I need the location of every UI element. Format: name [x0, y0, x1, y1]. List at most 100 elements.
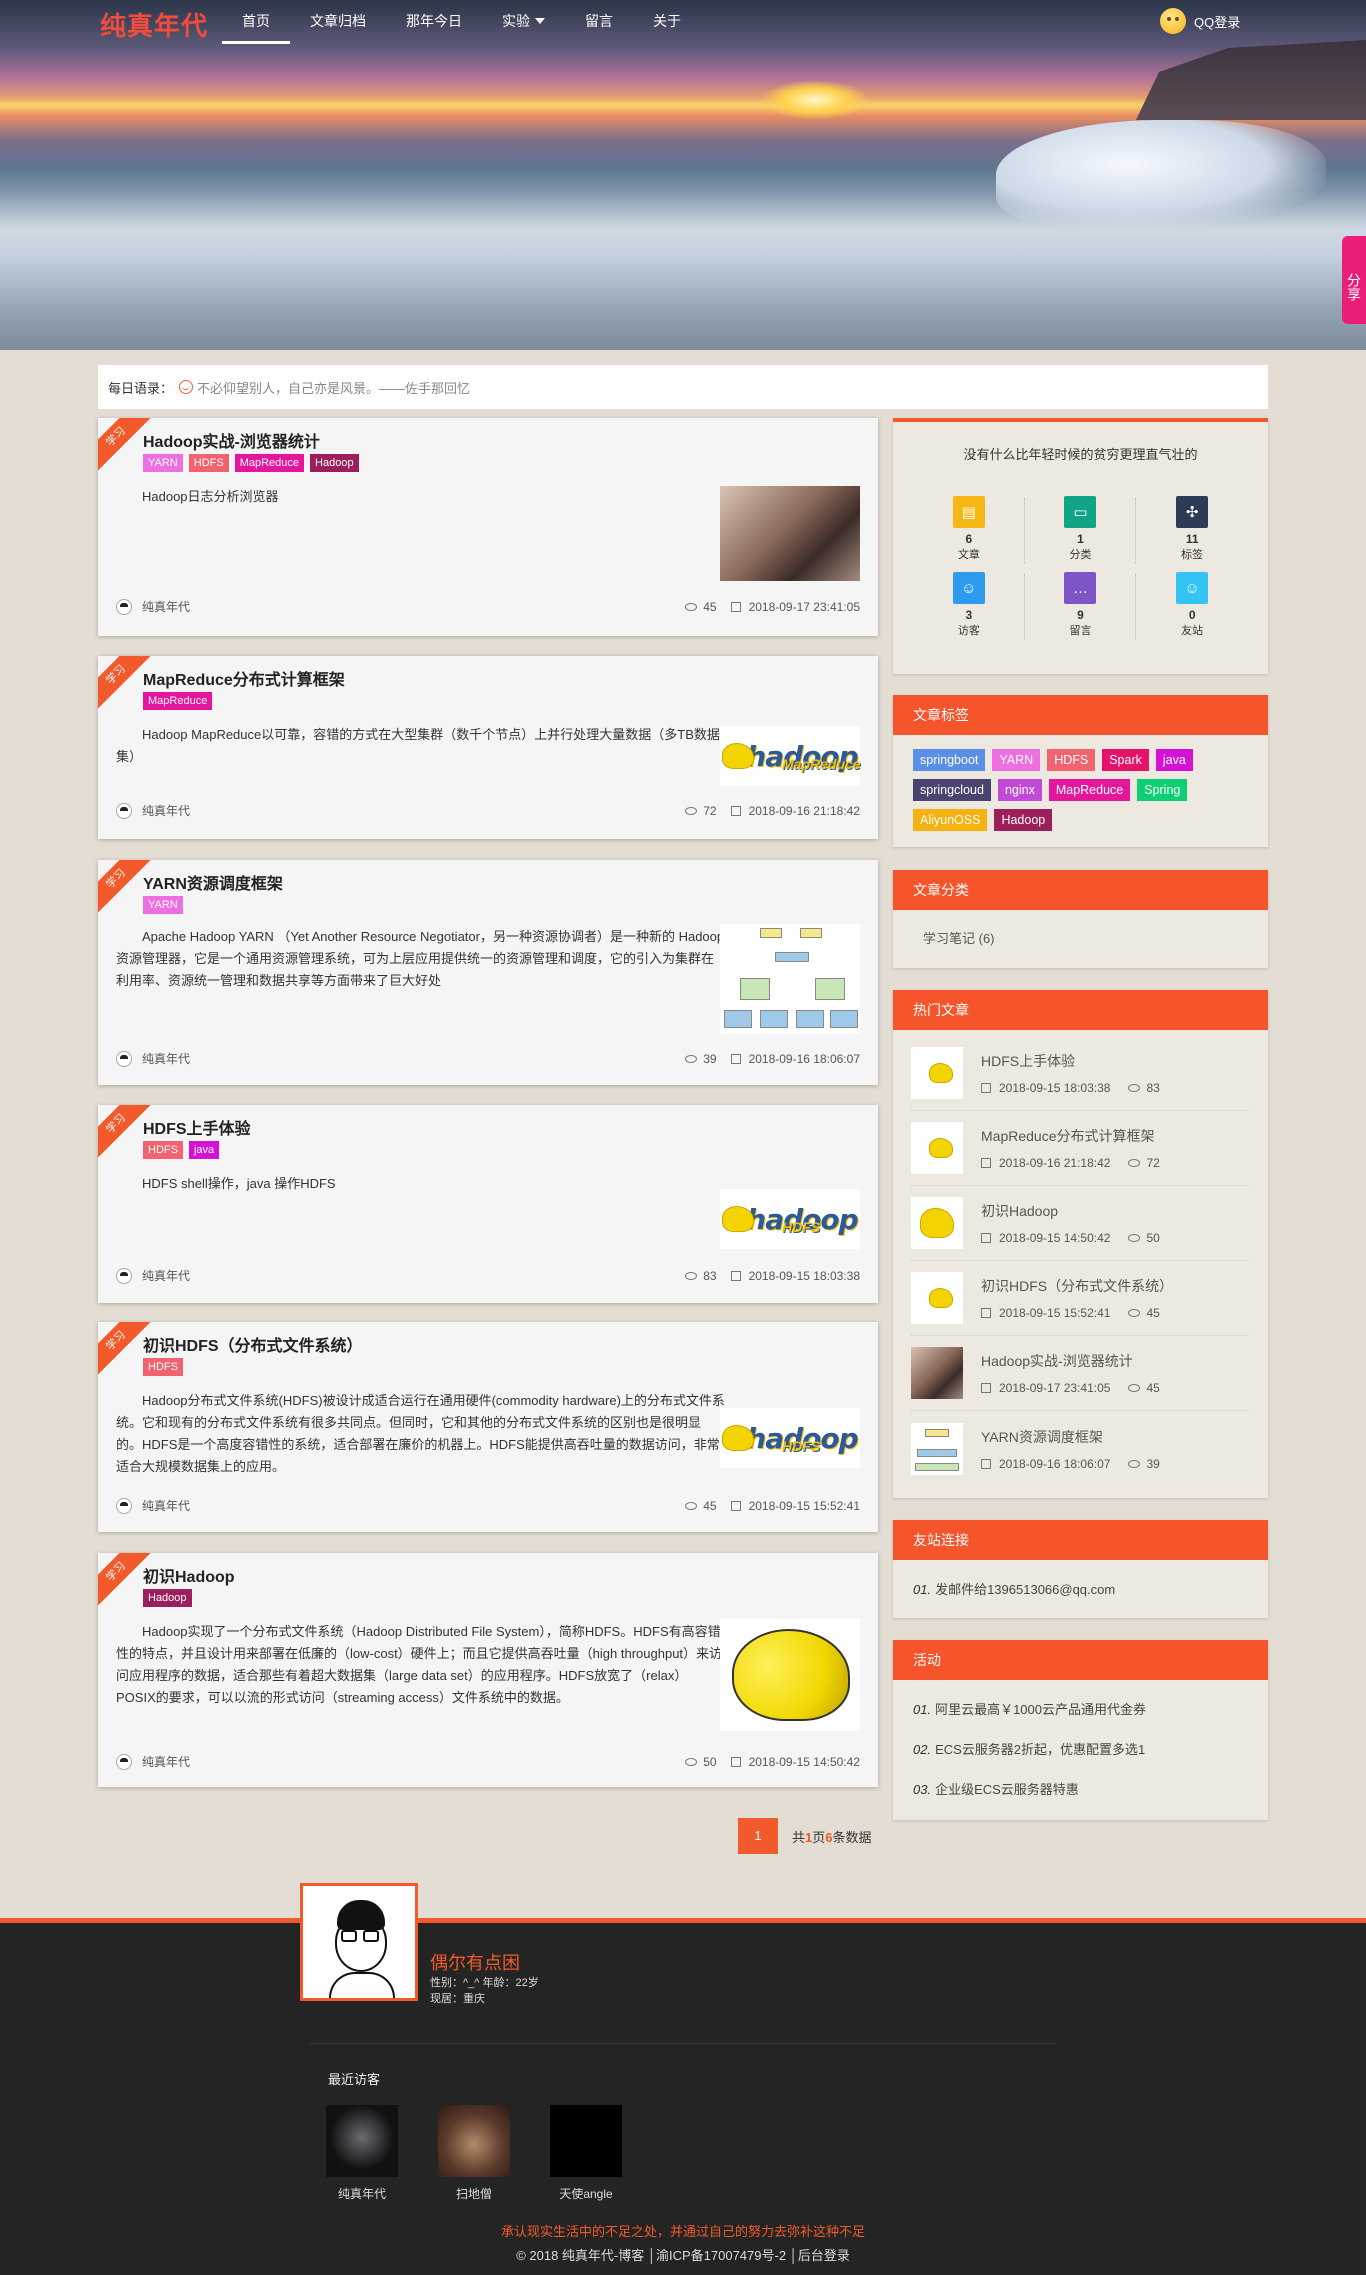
- article-card[interactable]: 学习 初识Hadoop Hadoop Hadoop实现了一个分布式文件系统（Ha…: [98, 1553, 878, 1787]
- stat-articles[interactable]: ▤ 6 文章: [913, 496, 1025, 564]
- article-excerpt: Apache Hadoop YARN （Yet Another Resource…: [116, 929, 725, 988]
- tag-spark[interactable]: Spark: [1102, 749, 1149, 771]
- hot-post[interactable]: MapReduce分布式计算框架 2018-09-16 21:18:42 72: [911, 1111, 1250, 1186]
- article-tags: YARN HDFS MapReduce Hadoop: [143, 454, 359, 472]
- article-title[interactable]: 初识Hadoop: [143, 1563, 235, 1587]
- hot-post-title[interactable]: Hadoop实战-浏览器统计: [981, 1351, 1160, 1371]
- smile-icon: ☺: [1176, 572, 1209, 604]
- tag[interactable]: HDFS: [188, 454, 229, 472]
- nav-about[interactable]: 关于: [633, 0, 701, 44]
- views-icon: [685, 1054, 698, 1063]
- author-name: 纯真年代: [142, 1052, 191, 1066]
- tag[interactable]: MapReduce: [234, 454, 305, 472]
- box-title: 友站连接: [893, 1520, 1268, 1560]
- post-date: 2018-09-16 21:18:42: [748, 803, 860, 818]
- site-logo[interactable]: 纯真年代: [100, 6, 208, 43]
- article-tags: MapReduce: [143, 692, 213, 710]
- diagram-box: [760, 928, 782, 938]
- tag[interactable]: YARN: [143, 454, 183, 472]
- tag[interactable]: java: [188, 1141, 220, 1159]
- tag-springcloud[interactable]: springcloud: [913, 779, 991, 801]
- hot-post[interactable]: YARN资源调度框架 2018-09-16 18:06:07 39: [911, 1411, 1250, 1486]
- tag[interactable]: Hadoop: [310, 454, 359, 472]
- article-card[interactable]: 学习 初识HDFS（分布式文件系统） HDFS Hadoop分布式文件系统(HD…: [98, 1322, 878, 1532]
- qq-login[interactable]: QQ登录: [1160, 8, 1240, 34]
- category-item[interactable]: 学习笔记 (6): [893, 910, 1268, 965]
- logo-subtitle: HDFS: [782, 1219, 821, 1235]
- hot-post[interactable]: 初识HDFS（分布式文件系统） 2018-09-15 15:52:41 45: [911, 1261, 1250, 1336]
- hot-post-thumbnail: [911, 1422, 963, 1475]
- stat-categories[interactable]: ▭ 1 分类: [1025, 496, 1137, 564]
- tag[interactable]: YARN: [143, 896, 183, 914]
- article-thumbnail[interactable]: hadoop MapReduce: [720, 726, 861, 786]
- activities-list: 01. 阿里云最高￥1000云产品通用代金券 02. ECS云服务器2折起，优惠配置…: [893, 1680, 1268, 1820]
- hot-post-title[interactable]: YARN资源调度框架: [981, 1427, 1160, 1447]
- diagram-box: [915, 1462, 959, 1471]
- author-avatar: [116, 802, 132, 819]
- activity-link[interactable]: 01. 阿里云最高￥1000云产品通用代金券: [913, 1690, 1248, 1730]
- hot-post-thumbnail: [911, 1047, 963, 1099]
- tag-yarn[interactable]: YARN: [992, 749, 1041, 771]
- article-thumbnail[interactable]: [720, 1619, 860, 1731]
- nav-home[interactable]: 首页: [222, 0, 290, 44]
- article-card[interactable]: 学习 Hadoop实战-浏览器统计 YARN HDFS MapReduce Ha…: [98, 418, 878, 636]
- hot-post-title[interactable]: 初识Hadoop: [981, 1201, 1160, 1221]
- tag-java[interactable]: java: [1155, 749, 1193, 771]
- activity-text: 企业级ECS云服务器特惠: [935, 1782, 1079, 1797]
- stat-friend-sites[interactable]: ☺ 0 友站: [1136, 572, 1248, 638]
- article-card[interactable]: 学习 MapReduce分布式计算框架 MapReduce Hadoop Map…: [98, 656, 878, 839]
- article-card[interactable]: 学习 YARN资源调度框架 YARN Apache Hadoop YARN （Y…: [98, 860, 878, 1085]
- hot-post-title[interactable]: MapReduce分布式计算框架: [981, 1126, 1160, 1146]
- stat-tags[interactable]: ✣ 11 标签: [1136, 496, 1248, 562]
- activity-link[interactable]: 03. 企业级ECS云服务器特惠: [913, 1770, 1248, 1810]
- visitor[interactable]: 纯真年代: [326, 2105, 398, 2202]
- article-thumbnail[interactable]: [720, 924, 860, 1034]
- nav-lab[interactable]: 实验: [482, 0, 565, 44]
- tag-spring[interactable]: Spring: [1137, 779, 1188, 801]
- article-title[interactable]: YARN资源调度框架: [143, 870, 283, 894]
- tag[interactable]: Hadoop: [143, 1589, 192, 1607]
- stat-label: 访客: [957, 625, 980, 637]
- nav-message[interactable]: 留言: [565, 0, 633, 44]
- tag-aliyunoss[interactable]: AliyunOSS: [913, 809, 988, 831]
- owner-avatar: [300, 1883, 418, 2001]
- article-title[interactable]: HDFS上手体验: [143, 1115, 251, 1139]
- article-thumbnail[interactable]: [720, 486, 860, 581]
- article-card[interactable]: 学习 HDFS上手体验 HDFS java HDFS shell操作，java …: [98, 1105, 878, 1303]
- tag[interactable]: MapReduce: [143, 692, 213, 710]
- hot-post[interactable]: 初识Hadoop 2018-09-15 14:50:42 50: [911, 1186, 1250, 1261]
- article-thumbnail[interactable]: hadoop HDFS: [720, 1189, 860, 1249]
- tag-hadoop[interactable]: Hadoop: [994, 809, 1053, 831]
- folder-icon: ▭: [1064, 496, 1097, 528]
- footer-slogan: 承认现实生活中的不足之处，并通过自己的努力去弥补这种不足: [500, 2224, 865, 2239]
- tag-nginx[interactable]: nginx: [997, 779, 1042, 801]
- hot-post-title[interactable]: 初识HDFS（分布式文件系统）: [981, 1276, 1173, 1296]
- article-title[interactable]: MapReduce分布式计算框架: [143, 666, 345, 690]
- nav-this-day[interactable]: 那年今日: [386, 0, 482, 44]
- views-icon: [1128, 1459, 1141, 1468]
- tag[interactable]: HDFS: [143, 1141, 183, 1159]
- article-meta: 纯真年代 50 2018-09-15 14:50:42: [116, 1753, 860, 1770]
- hot-post[interactable]: Hadoop实战-浏览器统计 2018-09-17 23:41:05 45: [911, 1336, 1250, 1411]
- activity-link[interactable]: 02. ECS云服务器2折起，优惠配置多选1: [913, 1730, 1248, 1770]
- share-button[interactable]: 分享: [1342, 236, 1366, 324]
- nav-archive[interactable]: 文章归档: [290, 0, 386, 44]
- page-number-button[interactable]: 1: [738, 1818, 778, 1854]
- stat-visitors[interactable]: ☺ 3 访客: [913, 572, 1025, 640]
- hot-post-meta: 2018-09-15 15:52:41 45: [981, 1306, 1173, 1320]
- visitor[interactable]: 天使angle: [550, 2105, 622, 2202]
- friend-link[interactable]: 01. 发邮件给1396513066@qq.com: [913, 1570, 1248, 1610]
- article-title[interactable]: Hadoop实战-浏览器统计: [143, 428, 320, 452]
- hot-post-title[interactable]: HDFS上手体验: [981, 1051, 1160, 1071]
- article-thumbnail[interactable]: hadoop HDFS: [720, 1408, 860, 1468]
- tag[interactable]: HDFS: [143, 1358, 183, 1376]
- hot-post[interactable]: HDFS上手体验 2018-09-15 18:03:38 83: [911, 1036, 1250, 1111]
- tag-hdfs[interactable]: HDFS: [1047, 749, 1096, 771]
- hadoop-elephant-icon: [929, 1138, 953, 1158]
- tag-springboot[interactable]: springboot: [913, 749, 986, 771]
- stat-messages[interactable]: … 9 留言: [1025, 572, 1137, 640]
- hot-post-date: 2018-09-16 21:18:42: [999, 1156, 1111, 1170]
- tag-mapreduce[interactable]: MapReduce: [1048, 779, 1131, 801]
- article-title[interactable]: 初识HDFS（分布式文件系统）: [143, 1332, 363, 1356]
- visitor[interactable]: 扫地僧: [438, 2105, 510, 2202]
